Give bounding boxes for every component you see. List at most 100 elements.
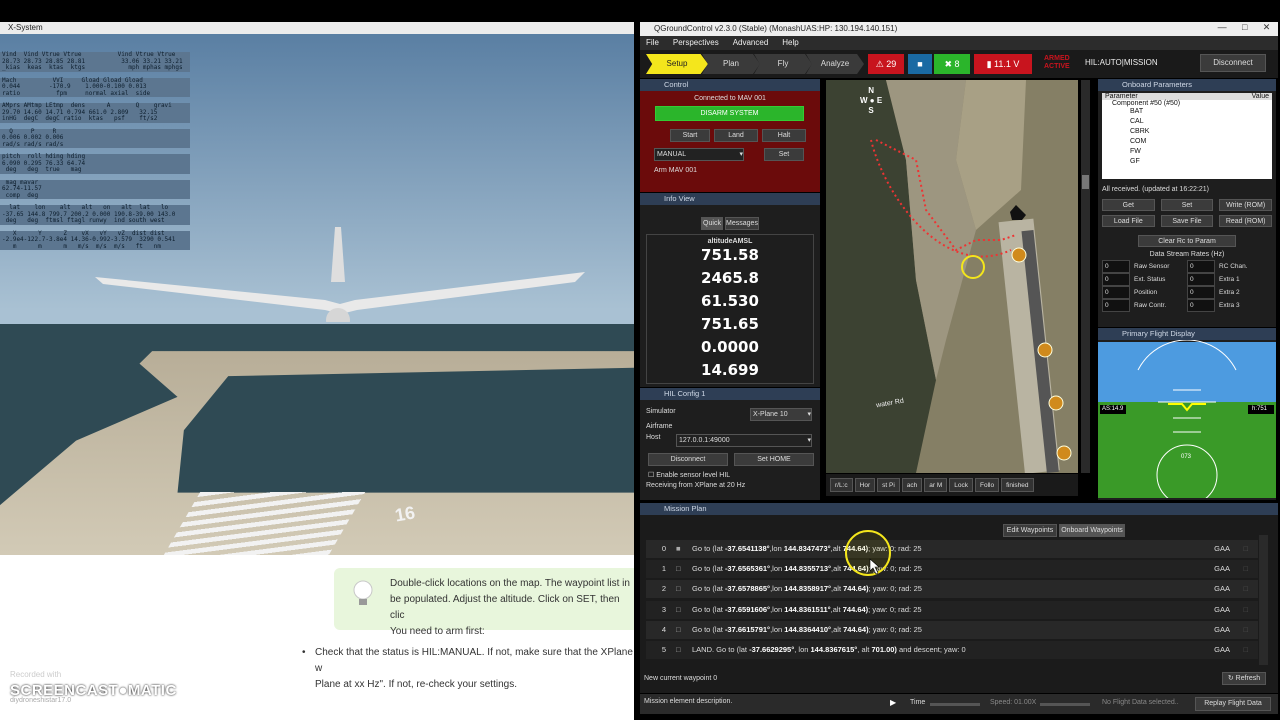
rate-spinbox[interactable]: 0	[1187, 273, 1215, 286]
radio-badge[interactable]: ■	[908, 54, 932, 74]
xplane-window[interactable]: X-System 16 Vind Vind Vtrue Vtrue Vind V…	[0, 22, 634, 555]
param-button[interactable]: Write (ROM)	[1219, 199, 1272, 211]
map-control-button[interactable]: ach	[901, 478, 923, 492]
disconnect-button[interactable]: Disconnect	[1200, 54, 1266, 72]
map-control-button[interactable]: r/L:c	[830, 478, 853, 492]
minimize-icon[interactable]: —	[1218, 22, 1227, 36]
tab-plan[interactable]: Plan	[702, 54, 760, 74]
checkbox-icon: ☐	[648, 472, 657, 479]
sensor-hil-checkbox[interactable]: ☐ Enable sensor level HIL	[640, 466, 820, 479]
checkbox-icon[interactable]: □	[676, 601, 692, 619]
param-item[interactable]: COM	[1130, 137, 1272, 147]
tab-onboard-waypoints[interactable]: Onboard Waypoints	[1059, 524, 1125, 537]
map-control-button[interactable]: Follo	[975, 478, 1000, 492]
param-button[interactable]: Load File	[1102, 215, 1155, 227]
waypoint-row[interactable]: 4 □ Go to (lat -37.6615791°,lon 144.836441…	[646, 620, 1258, 639]
tab-analyze[interactable]: Analyze	[806, 54, 864, 74]
gps-badge[interactable]: ✖ 8	[934, 54, 970, 74]
param-item[interactable]: BAT	[1130, 107, 1272, 117]
tab-fly[interactable]: Fly	[754, 54, 812, 74]
rate-spinbox[interactable]: 0	[1102, 273, 1130, 286]
map-view[interactable]: N W ● E S water Rd	[826, 80, 1078, 473]
rate-spinbox[interactable]: 0	[1102, 299, 1130, 312]
maximize-icon[interactable]: □	[1242, 22, 1247, 36]
rate-row: 0 Ext. Status	[1102, 273, 1187, 286]
speed-slider[interactable]	[1040, 703, 1090, 706]
param-item[interactable]: CAL	[1130, 117, 1272, 127]
waypoint-row[interactable]: 3 □ Go to (lat -37.6591606°,lon 144.836151…	[646, 600, 1258, 619]
replay-flight-data-button[interactable]: Replay Flight Data	[1195, 697, 1271, 711]
rate-spinbox[interactable]: 0	[1187, 286, 1215, 299]
aircraft	[95, 227, 585, 322]
delete-waypoint-icon[interactable]: □	[1243, 580, 1248, 598]
tab-quick[interactable]: Quick	[701, 217, 723, 230]
tab-messages[interactable]: Messages	[725, 217, 759, 230]
set-home-button[interactable]: Set HOME	[734, 453, 814, 466]
waypoint-row[interactable]: 0 ■ Go to (lat -37.6541138°,lon 144.834747…	[646, 540, 1258, 558]
instruction-bullet: Check that the status is HIL:MANUAL. If …	[300, 645, 634, 693]
rate-spinbox[interactable]: 0	[1187, 299, 1215, 312]
waypoint-mid: ,lon	[769, 544, 784, 553]
battery-badge[interactable]: ▮ 11.1 V	[974, 54, 1032, 74]
disarm-button[interactable]: DISARM SYSTEM	[655, 106, 804, 121]
tab-edit-waypoints[interactable]: Edit Waypoints	[1003, 524, 1057, 537]
mode-set-button[interactable]: Set	[764, 148, 804, 161]
params-tree[interactable]: Parameter Value Component #50 (#50) BAT CA…	[1102, 93, 1272, 179]
menu-perspectives[interactable]: Perspectives	[673, 36, 719, 50]
map-control-button[interactable]: ar M	[924, 478, 948, 492]
menu-file[interactable]: File	[646, 36, 659, 50]
param-component[interactable]: Component #50 (#50)	[1102, 100, 1272, 107]
waypoint-mid: ,lon	[770, 604, 785, 614]
rate-spinbox[interactable]: 0	[1102, 286, 1130, 299]
menu-help[interactable]: Help	[782, 36, 798, 50]
mission-plan-title: Mission Plan	[640, 503, 1278, 515]
play-icon[interactable]: ▶	[890, 698, 896, 707]
waypoint-row[interactable]: 5 □ LAND. Go to (lat -37.6629295°, lon 144…	[646, 641, 1258, 659]
clear-rc-button[interactable]: Clear Rc to Param	[1138, 235, 1236, 247]
delete-waypoint-icon[interactable]: □	[1243, 540, 1248, 558]
start-button[interactable]: Start	[670, 129, 710, 142]
param-item[interactable]: FW	[1130, 147, 1272, 157]
waypoint-lon: 144.8347473°	[783, 544, 831, 553]
land-button[interactable]: Land	[714, 129, 758, 142]
tab-setup[interactable]: Setup	[646, 54, 708, 74]
map-control-button[interactable]: Hor	[854, 478, 876, 492]
time-slider[interactable]	[930, 703, 980, 706]
alerts-badge[interactable]: ⚠ 29	[868, 54, 904, 74]
map-control-button[interactable]: Lock	[949, 478, 974, 492]
checkbox-icon[interactable]: ■	[676, 540, 692, 558]
map-control-button[interactable]: finished	[1001, 478, 1034, 492]
rate-spinbox[interactable]: 0	[1102, 260, 1130, 273]
close-icon[interactable]: ✕	[1263, 22, 1271, 36]
refresh-button[interactable]: ↻ Refresh	[1222, 672, 1266, 685]
param-button[interactable]: Read (ROM)	[1219, 215, 1272, 227]
delete-waypoint-icon[interactable]: □	[1243, 601, 1248, 619]
checkbox-icon[interactable]: □	[676, 580, 692, 598]
param-item[interactable]: GF	[1130, 157, 1272, 167]
param-button[interactable]: Save File	[1160, 215, 1214, 227]
delete-waypoint-icon[interactable]: □	[1243, 621, 1248, 639]
param-item[interactable]: CBRK	[1130, 127, 1272, 137]
param-button[interactable]: Get	[1102, 199, 1155, 211]
rate-label: RC Chan.	[1219, 263, 1248, 270]
waypoint-alt-pre: ,alt	[831, 564, 844, 574]
halt-button[interactable]: Halt	[762, 129, 806, 142]
mode-select[interactable]: MANUAL ▾	[654, 148, 744, 161]
waypoint-scrollbar[interactable]	[1259, 535, 1268, 665]
menu-advanced[interactable]: Advanced	[733, 36, 769, 50]
simulator-select[interactable]: X-Plane 10 ▾	[750, 408, 812, 421]
waypoint-row[interactable]: 1 □ Go to (lat -37.6565361°,lon 144.835571…	[646, 560, 1258, 579]
hil-disconnect-button[interactable]: Disconnect	[648, 453, 728, 466]
map-scrollbar[interactable]	[1081, 80, 1090, 473]
host-input[interactable]: 127.0.0.1:49000 ▾	[676, 434, 812, 447]
param-button[interactable]: Set	[1160, 199, 1214, 211]
checkbox-icon[interactable]: □	[676, 641, 692, 659]
map-control-button[interactable]: st Pi	[877, 478, 900, 492]
rate-spinbox[interactable]: 0	[1187, 260, 1215, 273]
waypoint-row[interactable]: 2 □ Go to (lat -37.6578865°,lon 144.835891…	[646, 580, 1258, 599]
compass-rose[interactable]: N W ● E S	[860, 86, 882, 116]
delete-waypoint-icon[interactable]: □	[1243, 560, 1248, 578]
checkbox-icon[interactable]: □	[676, 560, 692, 578]
delete-waypoint-icon[interactable]: □	[1243, 641, 1248, 659]
checkbox-icon[interactable]: □	[676, 621, 692, 639]
